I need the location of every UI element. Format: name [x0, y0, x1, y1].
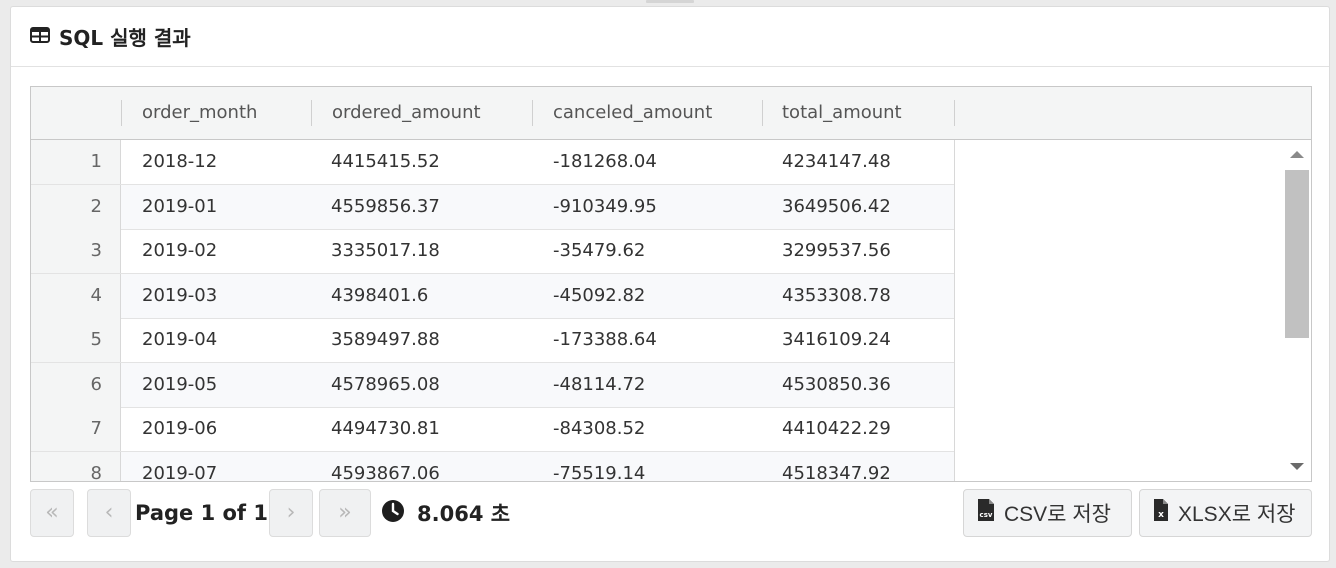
row-index: 1: [31, 140, 121, 184]
cell-canceled-amount[interactable]: -84308.52: [553, 407, 645, 451]
excel-file-icon: x: [1152, 498, 1170, 528]
page-info: Page 1 of 1: [135, 501, 268, 525]
svg-text:x: x: [1158, 510, 1164, 520]
table-row[interactable]: 2 2019-01 4559856.37 -910349.95 3649506.…: [31, 185, 954, 230]
save-xlsx-button[interactable]: x XLSX로 저장: [1139, 489, 1312, 537]
cell-canceled-amount[interactable]: -48114.72: [553, 363, 645, 407]
table-row[interactable]: 8 2019-07 4593867.06 -75519.14 4518347.9…: [31, 452, 954, 481]
elapsed-time-text: 8.064 초: [417, 502, 511, 526]
column-separator: [954, 100, 955, 126]
elapsed-time: 8.064 초: [381, 489, 510, 537]
cell-canceled-amount[interactable]: -173388.64: [553, 318, 657, 362]
cell-order-month[interactable]: 2019-03: [142, 274, 217, 318]
csv-file-icon: csv: [976, 498, 996, 528]
save-csv-button[interactable]: csv CSV로 저장: [963, 489, 1132, 537]
table-row[interactable]: 5 2019-04 3589497.88 -173388.64 3416109.…: [31, 318, 954, 363]
row-index: 8: [31, 452, 121, 481]
prev-page-button[interactable]: ‹: [87, 489, 131, 537]
table-row[interactable]: 4 2019-03 4398401.6 -45092.82 4353308.78: [31, 274, 954, 319]
save-csv-label: CSV로 저장: [1004, 503, 1111, 526]
cell-ordered-amount[interactable]: 4593867.06: [331, 452, 440, 481]
cell-order-month[interactable]: 2019-04: [142, 318, 217, 362]
row-index: 5: [31, 318, 121, 362]
cell-total-amount[interactable]: 4353308.78: [782, 274, 891, 318]
table-row[interactable]: 3 2019-02 3335017.18 -35479.62 3299537.5…: [31, 229, 954, 274]
column-header-order-month[interactable]: order_month: [122, 87, 311, 139]
scroll-down-arrow-icon[interactable]: [1290, 463, 1304, 470]
cell-order-month[interactable]: 2018-12: [142, 140, 217, 184]
cell-ordered-amount[interactable]: 4494730.81: [331, 407, 440, 451]
vertical-scrollbar[interactable]: [1283, 140, 1311, 481]
panel-title: SQL 실행 결과: [59, 26, 191, 50]
cell-total-amount[interactable]: 4518347.92: [782, 452, 891, 481]
cell-canceled-amount[interactable]: -910349.95: [553, 185, 657, 229]
scroll-up-arrow-icon[interactable]: [1290, 151, 1304, 158]
cell-order-month[interactable]: 2019-02: [142, 229, 217, 273]
cell-ordered-amount[interactable]: 4415415.52: [331, 140, 440, 184]
column-header-canceled-amount[interactable]: canceled_amount: [533, 87, 762, 139]
panel-header: SQL 실행 결과: [11, 7, 1329, 67]
cell-total-amount[interactable]: 3416109.24: [782, 318, 891, 362]
row-index: 4: [31, 274, 121, 318]
cell-ordered-amount[interactable]: 4559856.37: [331, 185, 440, 229]
cell-canceled-amount[interactable]: -75519.14: [553, 452, 645, 481]
cell-canceled-amount[interactable]: -181268.04: [553, 140, 657, 184]
next-page-button[interactable]: ›: [269, 489, 313, 537]
grid-body: 1 2018-12 4415415.52 -181268.04 4234147.…: [31, 140, 1283, 481]
clock-icon: [381, 499, 405, 527]
last-page-button[interactable]: »: [319, 489, 371, 537]
cell-total-amount[interactable]: 4410422.29: [782, 407, 891, 451]
scrollbar-thumb[interactable]: [1285, 170, 1309, 338]
cell-order-month[interactable]: 2019-07: [142, 452, 217, 481]
cell-total-amount[interactable]: 3649506.42: [782, 185, 891, 229]
table-row[interactable]: 7 2019-06 4494730.81 -84308.52 4410422.2…: [31, 407, 954, 452]
table-row[interactable]: 1 2018-12 4415415.52 -181268.04 4234147.…: [31, 140, 954, 185]
cell-canceled-amount[interactable]: -45092.82: [553, 274, 645, 318]
first-page-button[interactable]: «: [30, 489, 74, 537]
cell-total-amount[interactable]: 3299537.56: [782, 229, 891, 273]
cell-total-amount[interactable]: 4530850.36: [782, 363, 891, 407]
row-index: 6: [31, 363, 121, 407]
result-grid: order_month ordered_amount canceled_amou…: [30, 86, 1312, 482]
table-icon: [30, 26, 50, 47]
cell-canceled-amount[interactable]: -35479.62: [553, 229, 645, 273]
cell-ordered-amount[interactable]: 4578965.08: [331, 363, 440, 407]
resize-handle[interactable]: [646, 0, 694, 3]
cell-ordered-amount[interactable]: 4398401.6: [331, 274, 428, 318]
grid-header: order_month ordered_amount canceled_amou…: [31, 87, 1311, 140]
column-header-total-amount[interactable]: total_amount: [762, 87, 954, 139]
save-xlsx-label: XLSX로 저장: [1178, 503, 1296, 526]
row-index: 3: [31, 229, 121, 273]
cell-total-amount[interactable]: 4234147.48: [782, 140, 891, 184]
svg-text:csv: csv: [980, 511, 993, 519]
column-header-ordered-amount[interactable]: ordered_amount: [312, 87, 532, 139]
grid-body-edge: [954, 140, 955, 481]
cell-order-month[interactable]: 2019-05: [142, 363, 217, 407]
cell-ordered-amount[interactable]: 3589497.88: [331, 318, 440, 362]
row-index: 7: [31, 407, 121, 451]
cell-order-month[interactable]: 2019-06: [142, 407, 217, 451]
table-row[interactable]: 6 2019-05 4578965.08 -48114.72 4530850.3…: [31, 363, 954, 408]
cell-order-month[interactable]: 2019-01: [142, 185, 217, 229]
row-index: 2: [31, 185, 121, 229]
cell-ordered-amount[interactable]: 3335017.18: [331, 229, 440, 273]
